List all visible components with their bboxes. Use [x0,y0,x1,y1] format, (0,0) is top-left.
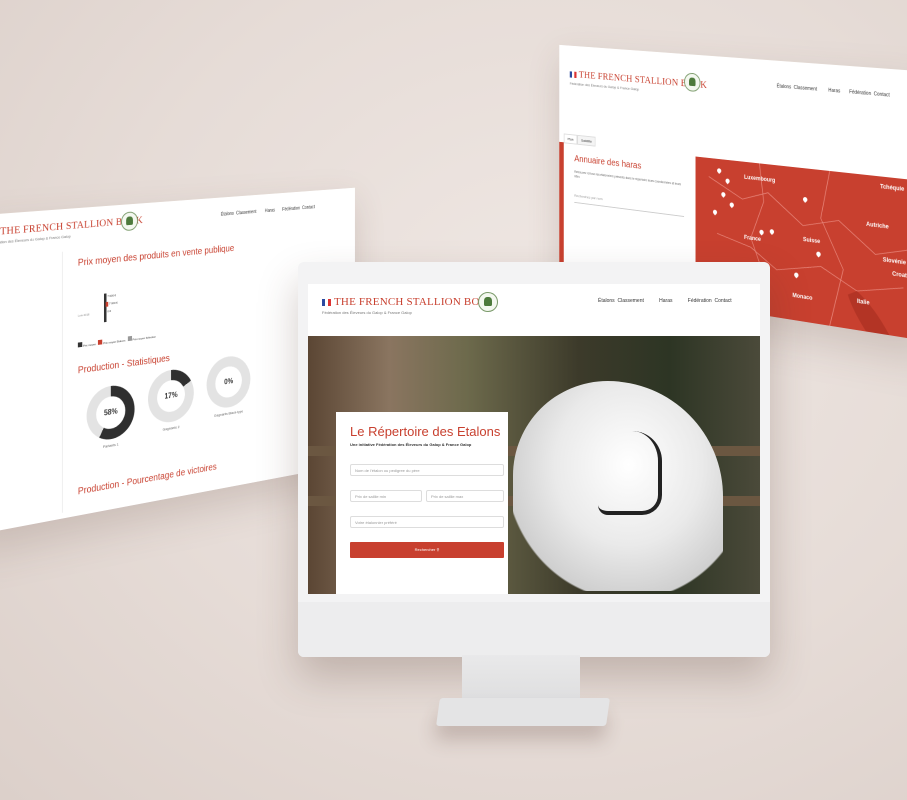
preferred-stud-select[interactable]: Votre étalonnier préféré [350,516,504,528]
french-flag-icon [322,298,331,306]
imac-monitor: THE FRENCH STALLION BOOK Fédération des … [298,262,770,657]
nav-etalons[interactable]: Étalons [598,298,615,304]
federation-logo-icon [684,72,701,93]
nav-haras[interactable]: Haras [659,298,672,304]
tab-plan[interactable]: Plan [563,133,578,145]
federation-logo-icon [478,292,498,312]
hero-title: Le Répertoire des Etalons [350,424,501,439]
brand-subtitle-main: Fédération des Éleveurs du Galop & Franc… [322,310,412,315]
main-nav-map: Étalons Classement Haras Fédération Cont… [777,84,890,99]
hero-subtitle: Une initiative Fédération des Éleveurs d… [350,442,472,447]
main-nav-main: Étalons Classement Haras Fédération Cont… [598,298,732,304]
production-stats-title: Production - Statistiques [77,353,170,377]
nav-federation[interactable]: Fédération [849,89,871,97]
victory-section-title: Production - Pourcentage de victoires [77,462,217,498]
price-bar-1: 7 000 € [107,293,116,299]
nav-classement[interactable]: Classement [617,298,643,304]
nav-federation[interactable]: Fédération [688,298,712,304]
nav-federation[interactable]: Fédération [282,206,300,213]
main-nav: Étalons Classement Haras Fédération Cont… [221,205,315,218]
nav-contact[interactable]: Contact [302,205,315,211]
halter [598,431,662,515]
donut-label-gagnants: Gagnants 2 [162,424,180,432]
haras-search-input[interactable]: Recherchez par nom [574,193,685,217]
price-bar-3: 0 € [107,309,111,314]
nav-contact[interactable]: Contact [714,298,731,304]
donut-label-black-type: Gagnants Black-type [214,408,244,418]
nav-contact[interactable]: Contact [874,91,890,98]
tab-satellite[interactable]: Satellite [577,134,596,147]
monitor-chin [298,602,770,657]
nav-classement[interactable]: Classement [794,85,817,93]
nav-etalons[interactable]: Étalons [221,211,234,217]
hero-photo: Le Répertoire des Etalons Une initiative… [308,336,760,594]
column-divider [61,251,63,513]
monitor-stand-foot [436,698,610,726]
haras-directory-description: Retrouvez ici tous les étalonniers prése… [574,170,681,187]
price-legend: Prix moyen Prix moyen Etalons Prix moyen… [77,333,156,348]
donut-black-type: 0% [206,353,251,411]
federation-logo-icon [121,211,138,232]
french-flag-icon [569,71,577,79]
brand-logo-text-main[interactable]: THE FRENCH STALLION BOOK [322,296,496,308]
price-section-title: Prix moyen des produits en vente publiqu… [77,243,235,269]
monitor-screen: THE FRENCH STALLION BOOK Fédération des … [308,284,760,594]
price-max-input[interactable]: Prix de saillie max [426,490,504,502]
donut-label-partants: Partants 1 [102,441,119,449]
nav-classement[interactable]: Classement [236,209,256,216]
price-min-input[interactable]: Prix de saillie min [350,490,422,502]
price-bar-2-mark [105,301,109,307]
nav-etalons[interactable]: Étalons [777,84,792,91]
donut-partants: 58% [86,382,135,444]
price-bar-axis [103,293,107,323]
stallion-name-input[interactable]: Nom de l'étalon ou pedigree du père [350,464,504,476]
map-tabs: Plan Satellite [563,133,596,147]
price-row-label: Lots 2018 [77,312,90,318]
search-button[interactable]: Rechercher ⚲ [350,542,504,558]
price-bar-2: 7 000 € [109,300,118,306]
nav-haras[interactable]: Haras [828,88,840,95]
nav-haras[interactable]: Haras [265,208,275,214]
search-icon: ⚲ [436,547,440,552]
haras-directory-title: Annuaire des haras [574,154,642,172]
search-card: Le Répertoire des Etalons Une initiative… [336,412,508,594]
mockup-scene: THE FRENCH STALLION BOOK Fédération des … [0,0,907,800]
donut-gagnants: 17% [147,366,194,426]
